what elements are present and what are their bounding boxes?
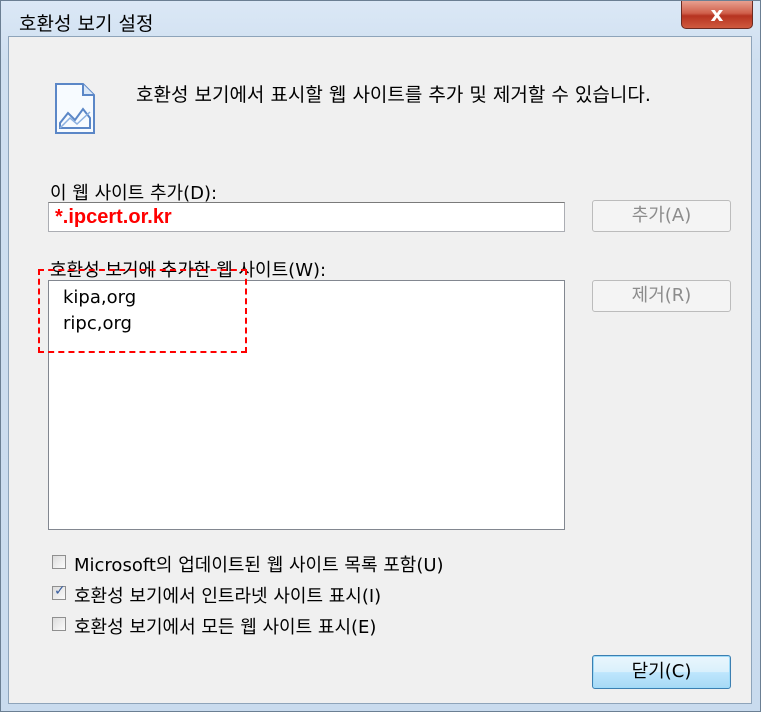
dialog-title: 호환성 보기 설정 xyxy=(19,13,154,35)
title-bar[interactable]: 호환성 보기 설정 x xyxy=(1,1,760,37)
close-icon: x xyxy=(710,2,724,26)
dialog-description: 호환성 보기에서 표시할 웹 사이트를 추가 및 제거할 수 있습니다. xyxy=(136,84,651,106)
close-button[interactable]: 닫기(C) xyxy=(592,655,731,689)
option-label: Microsoft의 업데이트된 웹 사이트 목록 포함(U) xyxy=(74,555,444,576)
option-label: 호환성 보기에서 모든 웹 사이트 표시(E) xyxy=(74,617,377,638)
option-label: 호환성 보기에서 인트라넷 사이트 표시(I) xyxy=(74,586,382,607)
checkbox-unchecked[interactable] xyxy=(52,555,66,569)
checkmark-icon: ✓ xyxy=(54,583,66,599)
checkbox-checked[interactable]: ✓ xyxy=(52,583,66,600)
add-site-input[interactable]: *.ipcert.or.kr xyxy=(48,202,565,232)
add-button[interactable]: 추가(A) xyxy=(592,200,731,232)
checkbox-unchecked[interactable] xyxy=(52,617,66,631)
highlight-annotation xyxy=(38,269,247,353)
remove-button[interactable]: 제거(R) xyxy=(592,280,731,312)
close-window-button[interactable]: x xyxy=(681,1,753,29)
web-page-icon xyxy=(55,83,95,134)
